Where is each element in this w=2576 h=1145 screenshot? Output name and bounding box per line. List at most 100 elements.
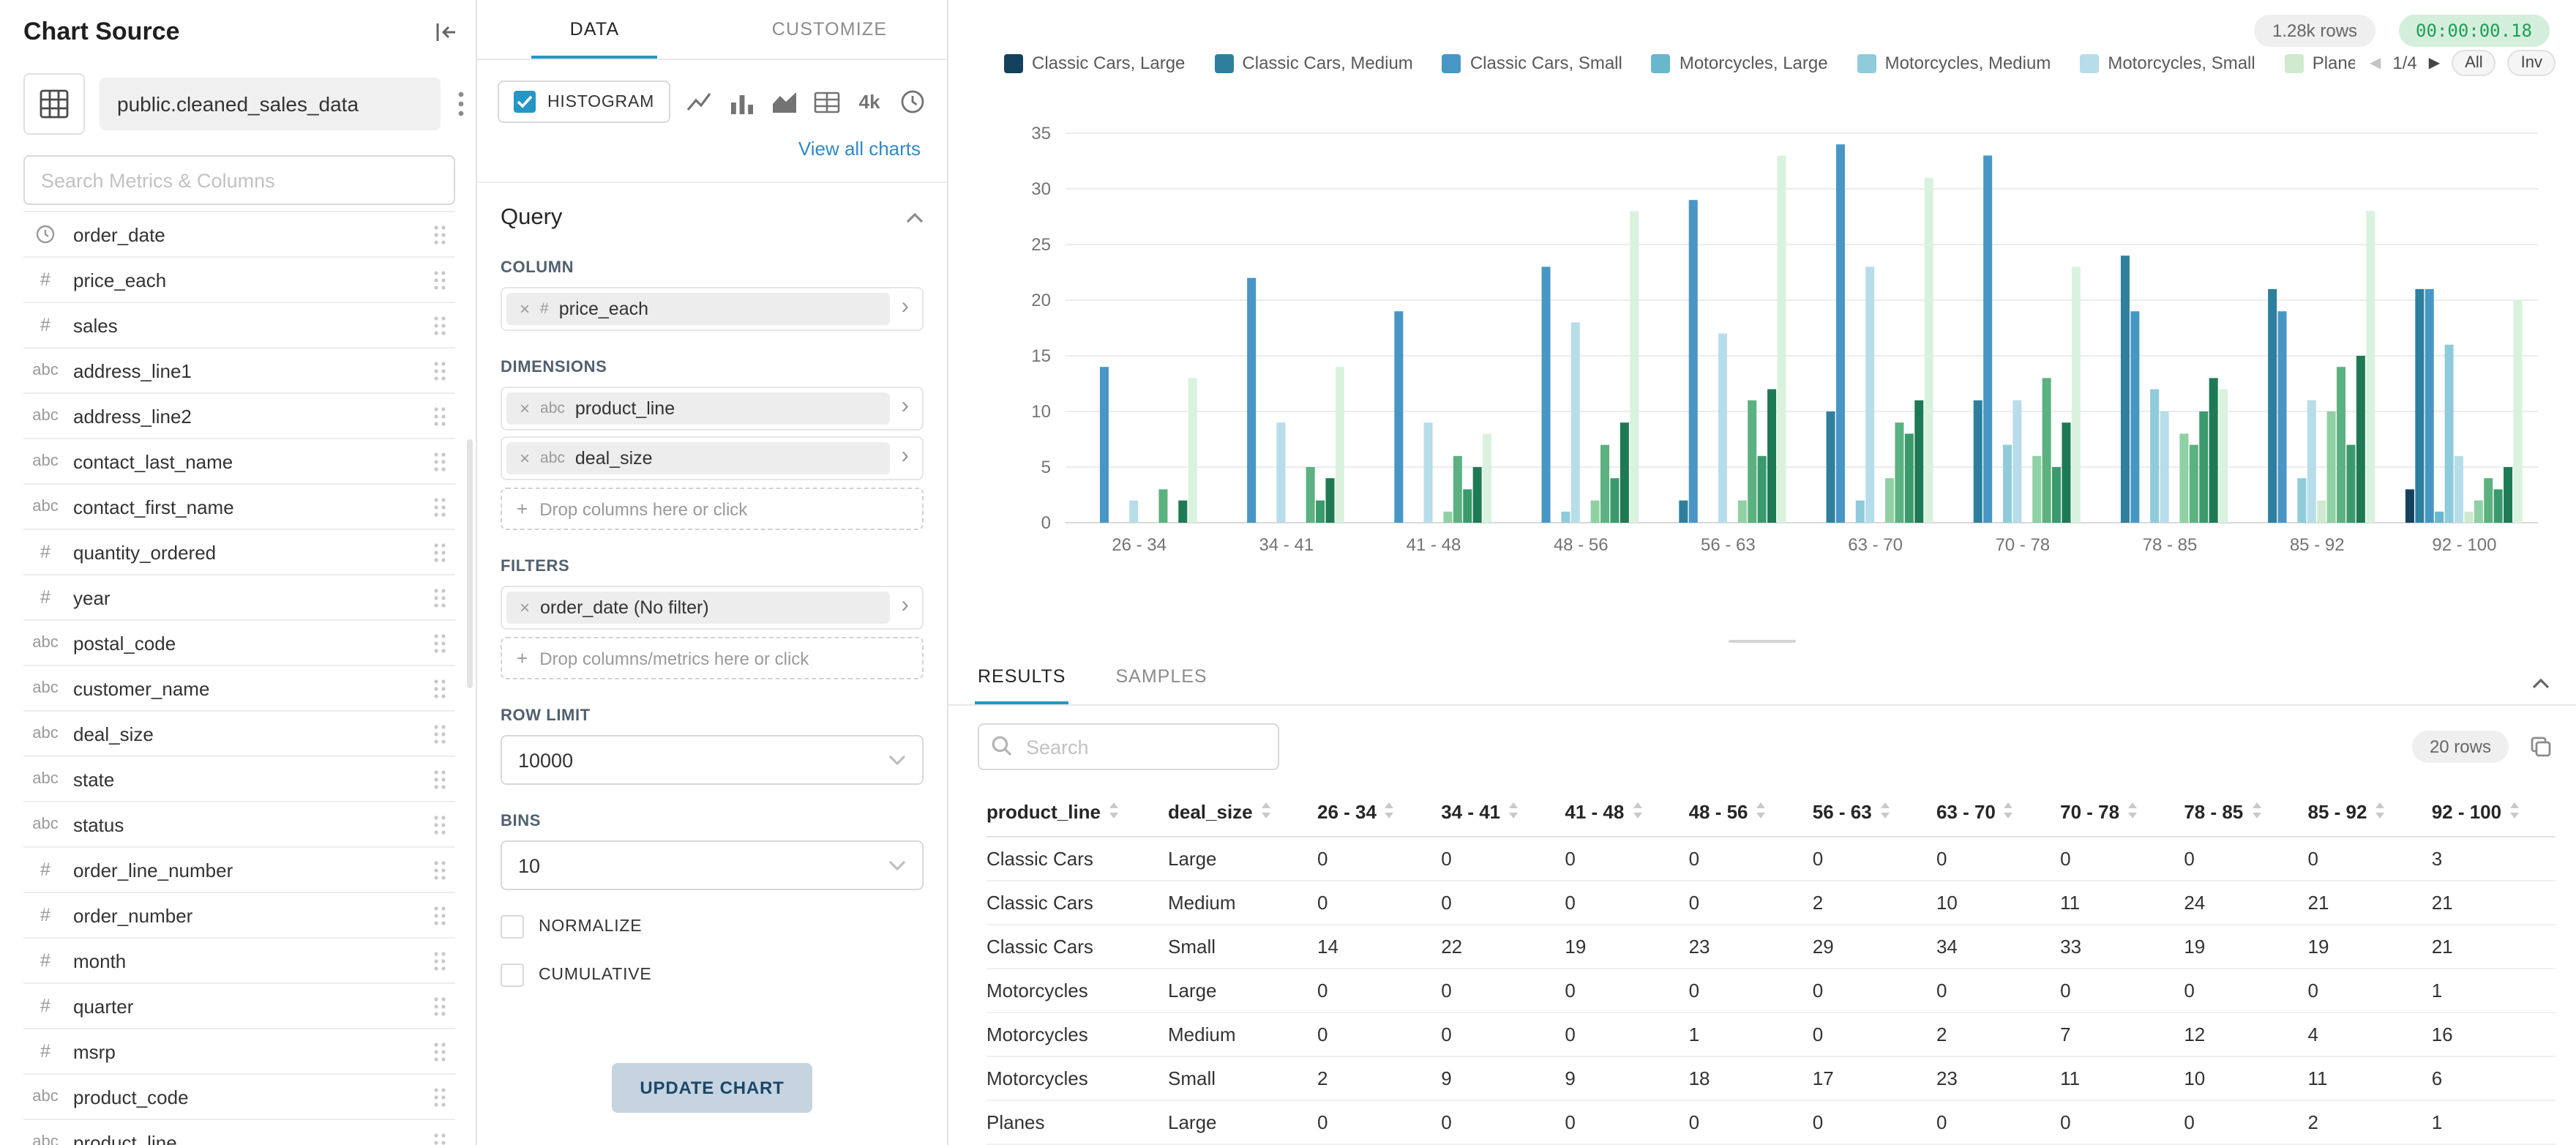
histogram-bar[interactable] <box>2484 478 2493 523</box>
histogram-bar[interactable] <box>2043 378 2051 523</box>
tab-samples[interactable]: SAMPLES <box>1112 652 1210 704</box>
drag-handle-icon[interactable] <box>433 586 446 608</box>
dataset-name[interactable]: public.cleaned_sales_data <box>100 78 441 130</box>
dimension-control[interactable]: × abc deal_size › <box>501 436 924 480</box>
table-row[interactable]: MotorcyclesSmall2991817231110116 <box>986 1056 2556 1100</box>
column-list-item[interactable]: #sales <box>23 303 455 348</box>
table-row[interactable]: PlanesLarge0000000021 <box>986 1100 2556 1144</box>
copy-icon[interactable] <box>2529 735 2553 758</box>
line-chart-icon[interactable] <box>685 87 714 116</box>
column-list-item[interactable]: #month <box>23 939 455 984</box>
legend-item[interactable]: Planes, Large <box>2285 53 2355 73</box>
column-list-item[interactable]: abcaddress_line1 <box>23 348 455 394</box>
update-chart-button[interactable]: UPDATE CHART <box>612 1063 812 1113</box>
results-search-input[interactable] <box>978 723 1279 770</box>
filter-pill[interactable]: × order_date (No filter) <box>506 592 889 624</box>
histogram-bar[interactable] <box>2435 512 2444 523</box>
histogram-bar[interactable] <box>1630 211 1639 523</box>
column-header[interactable]: 56 - 63 <box>1813 788 1936 837</box>
drag-handle-icon[interactable] <box>433 723 446 745</box>
legend-all-button[interactable]: All <box>2452 50 2496 76</box>
big-number-chart-icon[interactable]: 4k <box>855 87 884 116</box>
histogram-bar[interactable] <box>1983 155 1992 523</box>
tab-data[interactable]: DATA <box>477 0 712 59</box>
histogram-bar[interactable] <box>2268 289 2277 523</box>
histogram-bar[interactable] <box>2474 501 2483 523</box>
histogram-bar[interactable] <box>1885 478 1894 523</box>
column-header[interactable]: 34 - 41 <box>1441 788 1565 837</box>
remove-icon[interactable]: × <box>520 400 530 417</box>
histogram-bar[interactable] <box>2346 445 2355 523</box>
table-row[interactable]: MotorcyclesMedium000102712416 <box>986 1012 2556 1056</box>
column-header[interactable]: 63 - 70 <box>1936 788 2060 837</box>
cumulative-checkbox[interactable] <box>501 963 524 987</box>
histogram-bar[interactable] <box>2130 311 2139 523</box>
time-chart-icon[interactable] <box>897 87 926 116</box>
histogram-bar[interactable] <box>1914 400 1923 523</box>
histogram-bar[interactable] <box>1718 334 1727 523</box>
histogram-bar[interactable] <box>2052 467 2061 523</box>
caret-right-icon[interactable]: › <box>889 594 918 621</box>
drag-handle-icon[interactable] <box>433 950 446 971</box>
column-list-item[interactable]: #quantity_ordered <box>23 530 455 575</box>
histogram-bar[interactable] <box>2062 422 2070 523</box>
remove-icon[interactable]: × <box>520 300 530 318</box>
drag-handle-icon[interactable] <box>433 359 446 381</box>
histogram-bar[interactable] <box>2356 356 2365 523</box>
column-list-item[interactable]: abcpostal_code <box>23 621 455 666</box>
column-header[interactable]: 78 - 85 <box>2184 788 2307 837</box>
drag-handle-icon[interactable] <box>433 496 446 518</box>
chevron-up-icon[interactable] <box>906 212 924 224</box>
histogram-bar[interactable] <box>2504 467 2512 523</box>
tab-customize[interactable]: CUSTOMIZE <box>712 0 947 59</box>
histogram-bar[interactable] <box>1453 456 1462 523</box>
histogram-bar[interactable] <box>1188 378 1197 523</box>
column-header[interactable]: 26 - 34 <box>1317 788 1441 837</box>
column-header[interactable]: 70 - 78 <box>2060 788 2184 837</box>
viz-type-button[interactable]: HISTOGRAM <box>498 81 670 123</box>
histogram-bar[interactable] <box>1925 178 1933 523</box>
histogram-bar[interactable] <box>2317 501 2326 523</box>
histogram-bar[interactable] <box>1689 200 1698 523</box>
column-header[interactable]: 92 - 100 <box>2432 788 2556 837</box>
column-list-item[interactable]: #year <box>23 575 455 621</box>
histogram-bar[interactable] <box>2121 256 2130 523</box>
column-list-item[interactable]: abccustomer_name <box>23 666 455 712</box>
histogram-bar[interactable] <box>1247 278 1256 523</box>
histogram-bar[interactable] <box>2179 433 2188 523</box>
histogram-bar[interactable] <box>1306 467 1315 523</box>
remove-icon[interactable]: × <box>520 450 530 467</box>
histogram-bar[interactable] <box>1100 367 1109 523</box>
histogram-bar[interactable] <box>2327 411 2336 523</box>
legend-item[interactable]: Classic Cars, Large <box>1004 53 1185 73</box>
column-list-item[interactable]: #order_number <box>23 893 455 939</box>
histogram-bar[interactable] <box>1827 411 1835 523</box>
column-list-item[interactable]: abcstate <box>23 757 455 802</box>
histogram-bar[interactable] <box>2278 311 2287 523</box>
histogram-bar[interactable] <box>2209 378 2218 523</box>
histogram-bar[interactable] <box>2494 489 2503 523</box>
histogram-bar[interactable] <box>1473 467 1482 523</box>
histogram-bar[interactable] <box>2032 456 2041 523</box>
histogram-bar[interactable] <box>1748 400 1756 523</box>
column-list-item[interactable]: #order_line_number <box>23 848 455 893</box>
histogram-bar[interactable] <box>1276 422 1285 523</box>
histogram-bar[interactable] <box>2513 300 2522 523</box>
histogram-bar[interactable] <box>1316 501 1325 523</box>
legend-item[interactable]: Classic Cars, Small <box>1442 53 1622 73</box>
remove-icon[interactable]: × <box>520 599 530 616</box>
drag-handle-icon[interactable] <box>433 768 446 790</box>
column-list-item[interactable]: abcaddress_line2 <box>23 394 455 439</box>
drag-handle-icon[interactable] <box>433 995 446 1017</box>
dimension-pill[interactable]: × abc product_line <box>506 392 889 425</box>
histogram-bar[interactable] <box>1336 367 1344 523</box>
drag-handle-icon[interactable] <box>433 813 446 835</box>
table-row[interactable]: Classic CarsSmall14221923293433191921 <box>986 925 2556 969</box>
row-limit-select[interactable]: 10000 <box>501 735 924 785</box>
histogram-bar[interactable] <box>1542 266 1551 523</box>
legend-prev-icon[interactable]: ◀ <box>2370 55 2381 71</box>
column-header[interactable]: 48 - 56 <box>1689 788 1813 837</box>
resize-handle[interactable] <box>1729 640 1796 643</box>
histogram-bar[interactable] <box>2464 512 2473 523</box>
legend-next-icon[interactable]: ▶ <box>2429 55 2440 71</box>
